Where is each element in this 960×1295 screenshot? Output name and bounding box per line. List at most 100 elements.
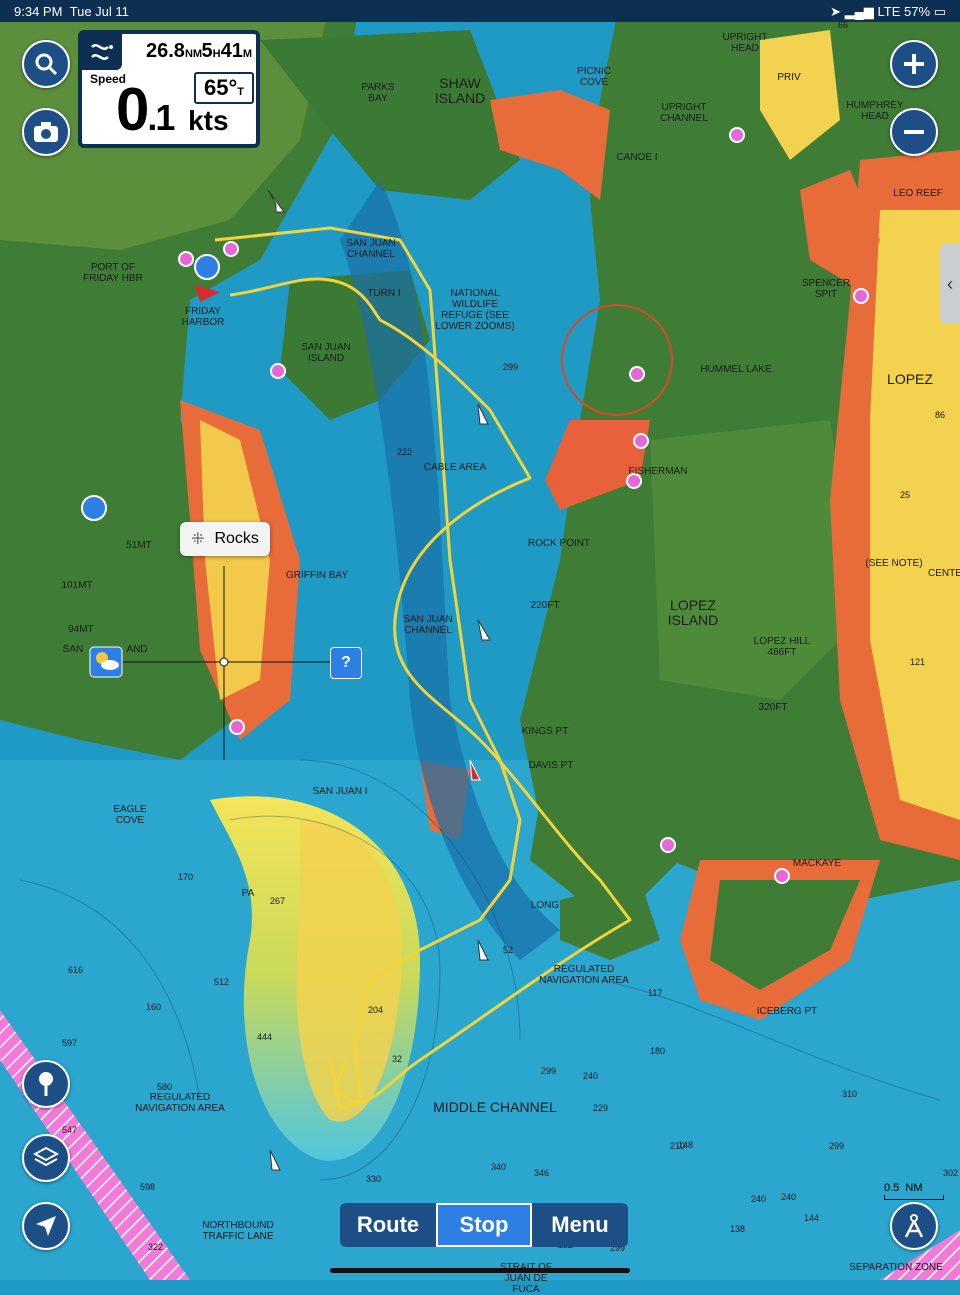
depth-sounding: 117 [648,988,662,998]
route-button[interactable]: Route [340,1203,436,1247]
map-label-upright-channel: UPRIGHT CHANNEL [660,102,708,124]
status-network: LTE [877,4,901,19]
depth-sounding: 204 [368,1005,383,1015]
map-label-regulated: REGULATED NAVIGATION AREA [539,964,629,986]
minus-icon [904,130,924,134]
depth-sounding: 340 [491,1162,506,1172]
scale-bar: 0.5 NM [884,1182,944,1200]
map-label-center: CENTE [928,568,960,579]
depth-sounding: 267 [270,896,285,906]
map-label-lopez-island: LOPEZ ISLAND [667,597,719,628]
depth-sounding: 52 [503,945,513,955]
map-label-rock-point: ROCK POINT [527,538,591,549]
map-label-griffin: GRIFFIN BAY [285,570,349,581]
depth-sounding: 148 [678,1140,693,1150]
depth-sounding: 302 [943,1168,958,1178]
depth-sounding: 299 [829,1141,844,1151]
map-label-fisherman: FISHERMAN [628,466,688,477]
map-label-pa: PA [241,888,255,899]
map-label-regulated-w: REGULATED NAVIGATION AREA [135,1092,225,1114]
depth-sounding: 240 [583,1071,598,1081]
stop-button[interactable]: Stop [436,1203,532,1247]
speed-decimal: .1 [147,97,175,138]
layers-button[interactable] [22,1134,70,1182]
map-label-kings: KINGS PT [521,726,569,737]
map-label-davis: DAVIS PT [528,760,574,771]
map-label-middle: MIDDLE CHANNEL [433,1099,557,1115]
depth-sounding: 322 [148,1242,163,1252]
map-label-lopez: LOPEZ [887,371,933,387]
status-time: 9:34 PM [14,4,63,19]
depth-sounding: 346 [534,1168,549,1178]
rock-symbol-icon: ⁜ [191,531,205,548]
layers-icon [33,1146,59,1167]
map-label-320ft: 320FT [758,702,788,713]
search-button[interactable] [22,40,70,88]
depth-sounding: 229 [593,1103,608,1113]
depth-sounding: 160 [146,1002,161,1012]
map-label-spencer: SPENCER SPIT [801,278,851,300]
depth-sounding: 616 [68,965,83,975]
map-label-port-friday: PORT OF FRIDAY HBR [83,262,143,284]
map-label-sj-channel: SAN JUAN CHANNEL [403,614,453,636]
depth-sounding: 547 [62,1125,77,1135]
map-label-sj-island: SAN JUAN ISLAND [301,342,351,364]
time-hours: 5 [201,40,213,62]
map-label-parks-bay: PARKS BAY [361,82,395,104]
status-date: Tue Jul 11 [69,4,129,19]
side-panel-handle[interactable]: ‹ [940,244,960,324]
navigation-arrow-icon [36,1216,56,1236]
map-object-tooltip[interactable]: ⁜ Rocks [180,522,270,556]
pin-icon [39,1072,53,1096]
depth-sounding: 170 [178,872,193,882]
depth-sounding: 222 [397,447,412,457]
distance-readout: 26.8NM [146,40,202,63]
menu-button[interactable]: Menu [532,1203,628,1247]
home-indicator[interactable] [330,1268,630,1273]
depth-sounding: 86 [935,410,945,420]
time-hours-unit: H [212,48,221,60]
weather-icon [89,646,123,678]
map-label-mackaye: MACKAYE [792,858,842,869]
depth-sounding: 299 [503,362,518,372]
depth-sounding: 597 [62,1038,77,1048]
status-battery: 57% [904,4,931,19]
heading-unit: T [237,86,244,98]
depth-sounding: 180 [650,1046,665,1056]
plus-icon [904,54,924,74]
map-label-strait: STRAIT OF JUAN DE FUCA [500,1262,552,1295]
battery-icon: ▭ [933,4,946,19]
time-minutes-unit: M [242,48,252,60]
help-button[interactable]: ? [330,647,362,679]
depth-sounding: 580 [157,1082,172,1092]
map-label-long: LONG [530,900,560,911]
locate-button[interactable] [22,1202,70,1250]
map-label-separation: SEPARATION ZONE [849,1262,943,1273]
zoom-in-button[interactable] [890,40,938,88]
search-icon [35,53,58,76]
bottom-toolbar: Route Stop Menu [340,1203,628,1247]
nautical-chart-map[interactable]: 2222992675126165975805475983224442043252… [0,0,960,1280]
map-label-iceberg: ICEBERG PT [756,1006,818,1017]
app-logo [82,34,122,70]
signal-icon: ▂▄▆ [844,4,874,19]
map-label-leo-reef: LEO REEF [893,188,943,199]
camera-button[interactable] [22,108,70,156]
map-label-101mt: 101MT [61,580,93,591]
navigation-data-panel[interactable]: 26.8NM 5H41M Speed 65°T 0.1 kts [78,30,260,148]
autopilot-icon [904,1214,924,1238]
depth-sounding: 512 [214,977,229,987]
waypoint-button[interactable] [22,1060,70,1108]
distance-unit: NM [184,48,203,60]
map-label-hummel: HUMMEL LAKE [700,364,772,375]
zoom-out-button[interactable] [890,108,938,156]
depth-sounding: 144 [804,1213,819,1223]
map-label-94mt: 94MT [68,624,94,635]
map-label-friday-harbor: FRIDAY HARBOR [181,306,225,328]
map-label-see-note: (SEE NOTE) [865,558,923,569]
depth-sounding: 598 [140,1182,155,1192]
autopilot-button[interactable] [890,1202,938,1250]
depth-sounding: 25 [900,490,910,500]
speed-unit: kts [188,105,229,136]
map-label-picnic: PICNIC COVE [577,66,611,88]
